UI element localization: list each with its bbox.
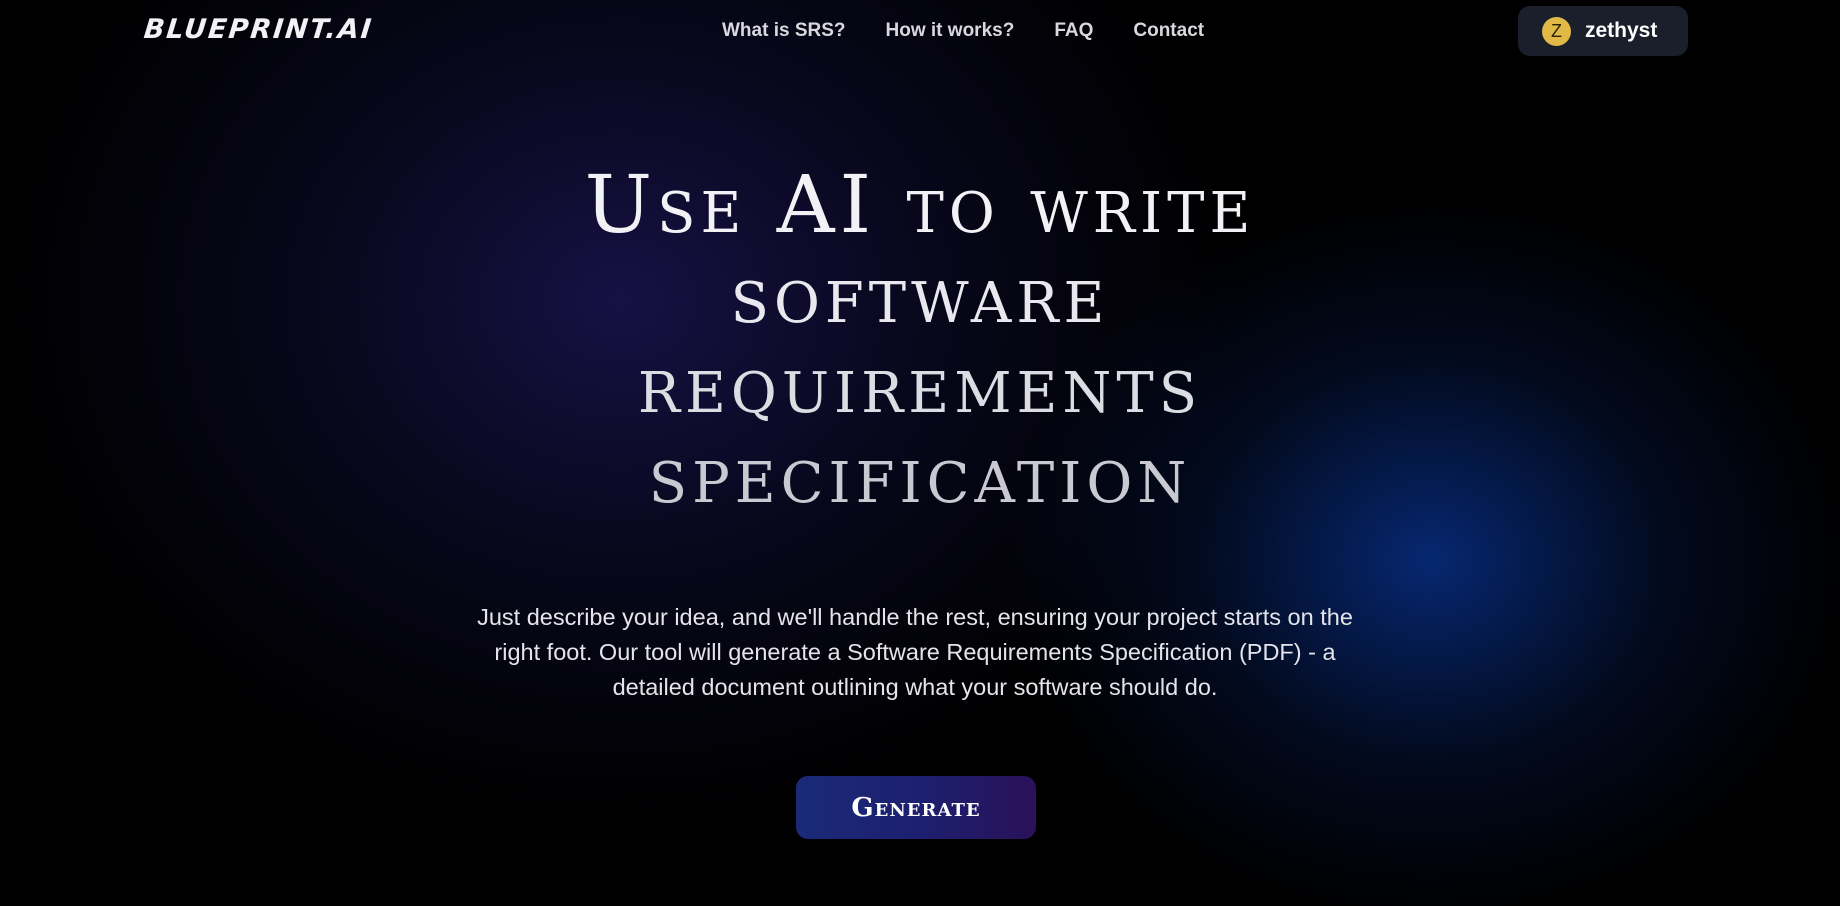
hero-title-line: Use AI to write — [584, 158, 1256, 251]
hero-title-line: software — [730, 248, 1110, 341]
nav-link-contact[interactable]: Contact — [1133, 20, 1204, 42]
nav-link-faq[interactable]: FAQ — [1054, 20, 1093, 42]
username-label: zethyst — [1585, 19, 1658, 42]
hero-title-line: requirements — [637, 338, 1203, 431]
hero-title-line: specification — [648, 428, 1192, 521]
brand-logo[interactable]: BLUEPRINT.AI — [142, 14, 374, 45]
hero-description: Just describe your idea, and we'll handl… — [477, 604, 1353, 700]
nav-link-how-it-works[interactable]: How it works? — [886, 20, 1015, 42]
generate-button[interactable]: Generate — [796, 776, 1036, 839]
top-navigation-bar: BLUEPRINT.AI What is SRS? How it works? … — [0, 0, 1840, 62]
main-nav: What is SRS? How it works? FAQ Contact — [722, 20, 1204, 42]
avatar: Z — [1542, 16, 1571, 46]
nav-link-what-is-srs[interactable]: What is SRS? — [722, 20, 846, 42]
hero-title: Use AI to write software requirements sp… — [420, 160, 1420, 520]
user-menu-button[interactable]: Z zethyst — [1518, 6, 1688, 56]
